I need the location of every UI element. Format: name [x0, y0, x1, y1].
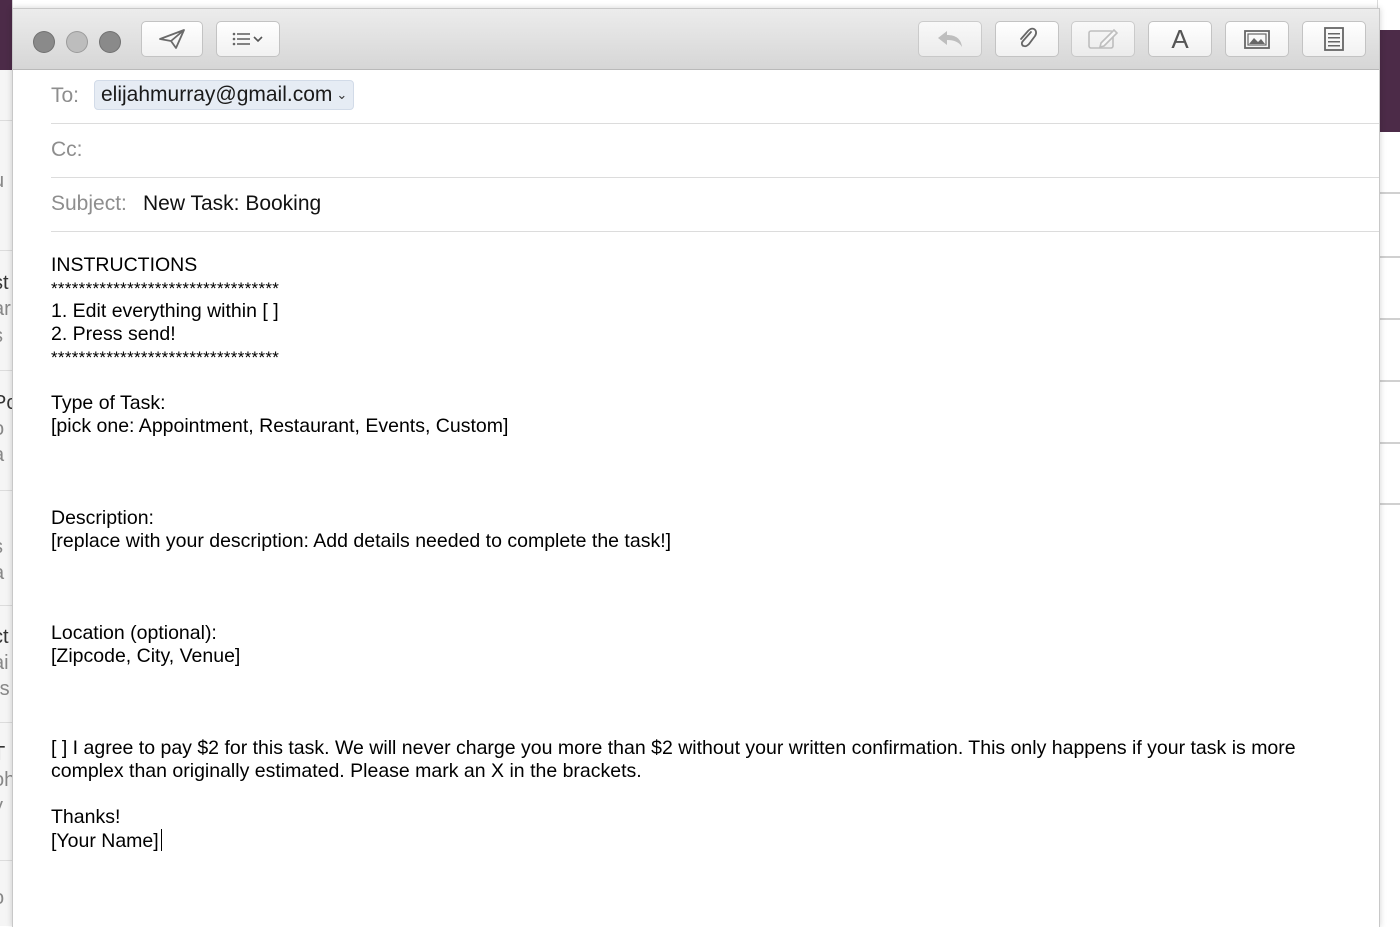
- asterisk-divider: *********************************: [51, 279, 280, 298]
- photo-icon: [1243, 28, 1271, 50]
- to-label: To:: [51, 84, 80, 107]
- markup-pen-icon: [1087, 27, 1119, 51]
- text-cursor: [160, 829, 162, 851]
- message-body-editor[interactable]: INSTRUCTIONS ***************************…: [51, 254, 1351, 853]
- stationery-icon: [1323, 26, 1345, 52]
- location-label: Location (optional):: [51, 622, 217, 644]
- font-a-icon: A: [1171, 23, 1189, 54]
- attach-button[interactable]: [995, 21, 1059, 57]
- background-window-accent: [0, 0, 12, 70]
- background-text-fragment: s: [0, 536, 3, 559]
- background-text-fragment: o: [0, 418, 4, 441]
- background-text-fragment: st: [0, 272, 9, 294]
- signature-line: [Your Name]: [51, 829, 1351, 853]
- divider: [0, 490, 12, 491]
- divider: [0, 722, 12, 723]
- markup-button[interactable]: [1071, 21, 1135, 57]
- location-value: [Zipcode, City, Venue]: [51, 645, 241, 667]
- background-text-fragment: y: [0, 795, 3, 818]
- reply-button[interactable]: [918, 21, 982, 57]
- divider: [1378, 256, 1400, 258]
- divider: [0, 860, 12, 861]
- recipient-token[interactable]: elijahmurray@gmail.com ⌄: [94, 80, 355, 110]
- compose-window: A To: elijahmurray@gmail.com ⌄ Cc: Subje…: [12, 8, 1380, 927]
- signature-placeholder: [Your Name]: [51, 830, 159, 852]
- cc-field-row[interactable]: Cc:: [51, 124, 1379, 178]
- photo-browser-button[interactable]: [1225, 21, 1289, 57]
- list-icon: [232, 31, 252, 47]
- paperclip-icon: [1016, 26, 1038, 52]
- divider: [1378, 442, 1400, 444]
- divider: [1378, 192, 1400, 194]
- stationery-button[interactable]: [1302, 21, 1366, 57]
- background-text-fragment: a: [0, 444, 4, 467]
- cc-label: Cc:: [51, 138, 83, 161]
- chevron-down-icon[interactable]: ⌄: [336, 87, 347, 103]
- recipient-address: elijahmurray@gmail.com: [101, 83, 333, 106]
- paper-plane-icon: [158, 28, 186, 50]
- background-window-right-edge: [1377, 0, 1400, 926]
- description-label: Description:: [51, 507, 154, 529]
- instruction-step: 2. Press send!: [51, 323, 176, 345]
- closing-thanks: Thanks!: [51, 806, 121, 828]
- payment-agreement-text: [ ] I agree to pay $2 for this task. We …: [51, 737, 1296, 782]
- background-window-accent: [1378, 30, 1400, 132]
- background-text-fragment: T: [0, 743, 5, 766]
- divider: [0, 370, 12, 371]
- background-text-fragment: u: [0, 170, 4, 193]
- background-text-fragment: a: [0, 562, 4, 585]
- to-field-row[interactable]: To: elijahmurray@gmail.com ⌄: [51, 70, 1379, 124]
- type-of-task-label: Type of Task:: [51, 392, 166, 414]
- divider: [1378, 380, 1400, 382]
- subject-label: Subject:: [51, 192, 127, 215]
- description-value: [replace with your description: Add deta…: [51, 530, 672, 552]
- format-button[interactable]: A: [1148, 21, 1212, 57]
- background-text-fragment: ct: [0, 626, 9, 648]
- divider: [0, 250, 12, 251]
- chevron-down-icon: [252, 34, 264, 44]
- divider: [0, 120, 12, 121]
- close-window-button[interactable]: [33, 31, 55, 53]
- send-button[interactable]: [141, 21, 203, 57]
- header-fields-button[interactable]: [216, 21, 280, 57]
- toolbar: A: [13, 9, 1379, 70]
- divider: [1378, 318, 1400, 320]
- instruction-step: 1. Edit everything within [ ]: [51, 300, 279, 322]
- background-text-fragment: o: [0, 887, 4, 910]
- subject-field[interactable]: New Task: Booking: [143, 192, 321, 216]
- reply-arrow-icon: [935, 28, 965, 50]
- background-text-fragment: ar: [0, 298, 11, 320]
- instructions-heading: INSTRUCTIONS: [51, 254, 198, 276]
- background-text-fragment: ai: [0, 652, 9, 674]
- zoom-window-button[interactable]: [99, 31, 121, 53]
- subject-field-row[interactable]: Subject: New Task: Booking: [51, 178, 1379, 232]
- divider: [1378, 503, 1400, 505]
- background-text-fragment: s: [0, 325, 3, 348]
- message-header-fields: To: elijahmurray@gmail.com ⌄ Cc: Subject…: [51, 70, 1379, 232]
- divider: [0, 605, 12, 606]
- minimize-window-button[interactable]: [66, 31, 88, 53]
- type-of-task-value: [pick one: Appointment, Restaurant, Even…: [51, 415, 509, 437]
- asterisk-divider: *********************************: [51, 348, 280, 367]
- background-text-fragment: rs: [0, 678, 10, 700]
